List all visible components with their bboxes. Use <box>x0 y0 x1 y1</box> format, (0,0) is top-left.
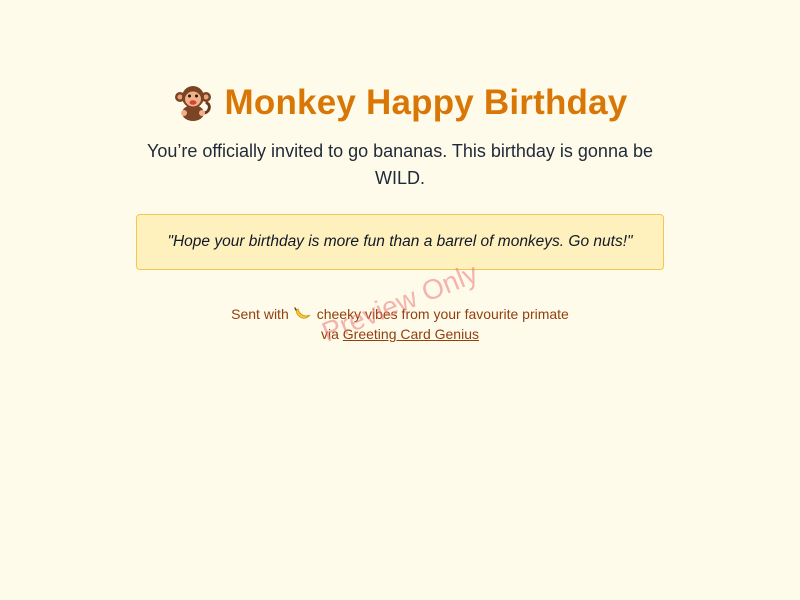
page-title: Monkey Happy Birthday <box>224 83 628 122</box>
title-row: Monkey Happy Birthday <box>136 80 664 126</box>
greeting-card: Monkey Happy Birthday You’re officially … <box>136 80 664 344</box>
card-footer: Sent with cheeky vibes from your favouri… <box>136 304 664 344</box>
invite-message: You’re officially invited to go bananas.… <box>146 141 653 188</box>
sent-suffix: cheeky vibes from your favourite primate <box>316 306 569 322</box>
sent-with-line: Sent with cheeky vibes from your favouri… <box>136 304 664 324</box>
monkey-icon <box>173 83 213 123</box>
sent-prefix: Sent with <box>231 306 289 322</box>
greeting-card-genius-link[interactable]: Greeting Card Genius <box>343 326 479 342</box>
quote-box: "Hope your birthday is more fun than a b… <box>136 214 664 270</box>
via-prefix: via <box>321 326 339 342</box>
birthday-quote: "Hope your birthday is more fun than a b… <box>167 233 633 250</box>
via-line: via Greeting Card Genius <box>136 324 664 344</box>
banana-icon <box>294 306 312 322</box>
